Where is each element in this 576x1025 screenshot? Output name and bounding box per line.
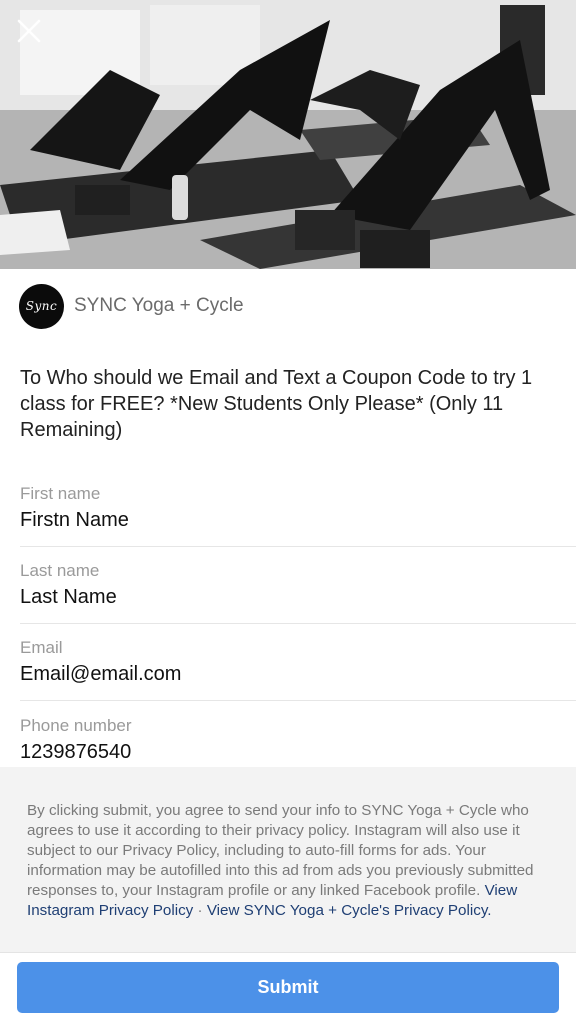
avatar[interactable]: Sync — [19, 283, 64, 329]
advertiser-name: SYNC Yoga + Cycle — [74, 295, 244, 316]
link-separator: · — [197, 902, 203, 919]
disclaimer-text: By clicking submit, you agree to send yo… — [27, 801, 555, 921]
disclaimer-body: By clicking submit, you agree to send yo… — [27, 802, 534, 899]
phone-number-label: Phone number — [20, 716, 132, 735]
advertiser-header: Sync SYNC Yoga + Cycle — [19, 283, 244, 329]
photo-yoga-class — [0, 0, 576, 269]
close-button[interactable] — [14, 16, 44, 46]
submit-button[interactable]: Submit — [17, 962, 559, 1013]
email-field[interactable]: Email — [20, 638, 576, 701]
last-name-input[interactable] — [20, 586, 550, 609]
avatar-logo-text: Sync — [25, 299, 58, 313]
email-input[interactable] — [20, 663, 550, 686]
last-name-field[interactable]: Last name — [20, 561, 576, 624]
close-icon — [17, 19, 41, 43]
phone-number-input[interactable] — [20, 741, 550, 764]
hero-photo — [0, 0, 576, 269]
privacy-disclaimer: By clicking submit, you agree to send yo… — [0, 767, 576, 952]
form-footer: Submit — [0, 952, 576, 1025]
form-question: To Who should we Email and Text a Coupon… — [20, 367, 533, 441]
email-label: Email — [20, 638, 63, 657]
first-name-label: First name — [20, 484, 101, 503]
first-name-input[interactable] — [20, 509, 550, 532]
first-name-field[interactable]: First name — [20, 484, 576, 547]
advertiser-privacy-link[interactable]: View SYNC Yoga + Cycle's Privacy Policy. — [207, 902, 492, 919]
last-name-label: Last name — [20, 561, 100, 580]
